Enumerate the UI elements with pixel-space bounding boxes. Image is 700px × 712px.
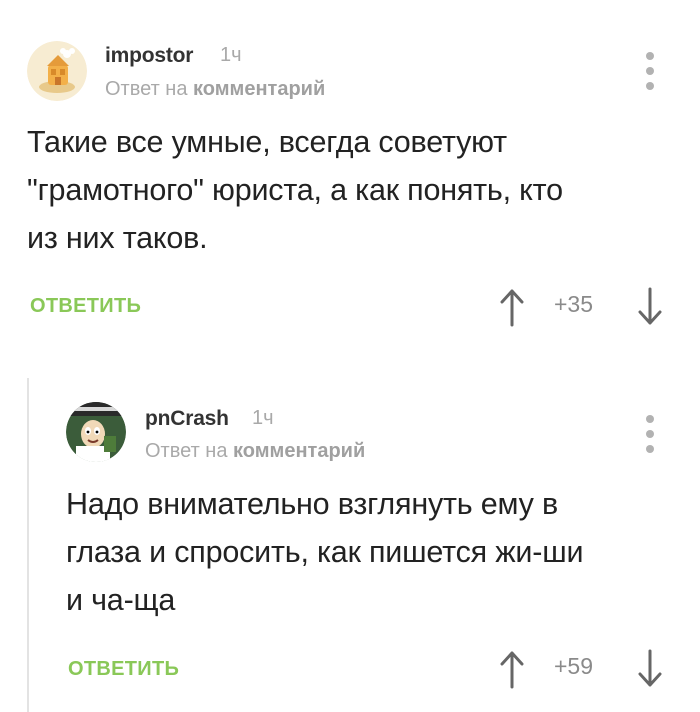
username[interactable]: impostor bbox=[105, 44, 193, 68]
comment-text: Надо внимательно взглянуть ему в глаза и… bbox=[66, 487, 584, 617]
comment-text: Такие все умные, всегда советуют "грамот… bbox=[27, 125, 563, 255]
reply-to-comment-link[interactable]: комментарий bbox=[193, 78, 325, 100]
rating-value: +35 bbox=[554, 291, 594, 317]
username[interactable]: pnCrash bbox=[145, 407, 229, 431]
downvote-arrow-icon[interactable] bbox=[636, 649, 664, 689]
cat-avatar-icon bbox=[27, 41, 87, 101]
avatar[interactable] bbox=[27, 41, 87, 101]
comment: impostor 1ч Ответ на комментарий Такие в… bbox=[0, 0, 700, 345]
reply-to-comment-link[interactable]: комментарий bbox=[233, 440, 365, 462]
reply-to-prefix: Ответ на bbox=[105, 78, 188, 100]
cartoon-character-avatar-icon bbox=[66, 402, 126, 462]
more-menu-icon[interactable] bbox=[640, 415, 660, 453]
reply-button[interactable]: ОТВЕТИТЬ bbox=[68, 658, 179, 681]
more-menu-icon[interactable] bbox=[640, 52, 660, 90]
rating-value: +59 bbox=[554, 653, 594, 679]
downvote-arrow-icon[interactable] bbox=[636, 287, 664, 327]
comment-time: 1ч bbox=[220, 44, 242, 66]
reply-to-label: Ответ на комментарий bbox=[145, 440, 365, 463]
comment: pnCrash 1ч Ответ на комментарий Надо вни… bbox=[0, 372, 700, 712]
reply-button[interactable]: ОТВЕТИТЬ bbox=[30, 295, 141, 318]
upvote-arrow-icon[interactable] bbox=[498, 649, 526, 689]
reply-to-label: Ответ на комментарий bbox=[105, 78, 325, 101]
comment-time: 1ч bbox=[252, 407, 274, 429]
avatar[interactable] bbox=[66, 402, 126, 462]
upvote-arrow-icon[interactable] bbox=[498, 287, 526, 327]
reply-to-prefix: Ответ на bbox=[145, 440, 228, 462]
